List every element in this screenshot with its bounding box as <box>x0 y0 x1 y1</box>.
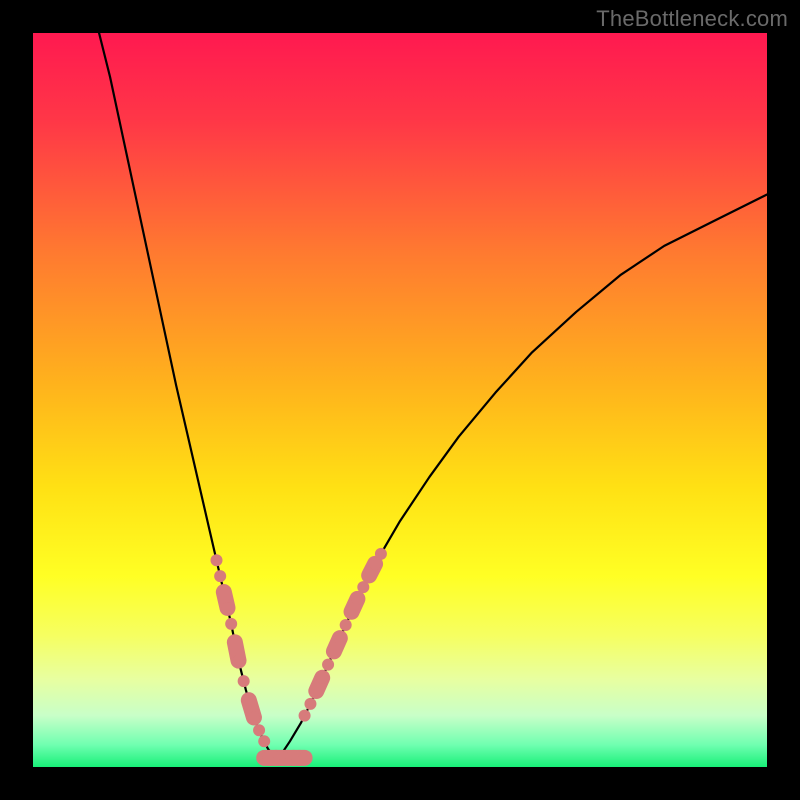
bead-capsule <box>341 588 368 622</box>
bead-dot <box>316 672 328 684</box>
beads-right <box>299 548 387 722</box>
bead-dot <box>375 548 387 560</box>
bead-dot <box>369 558 381 570</box>
left-curve <box>99 33 275 758</box>
bead-dot <box>340 619 352 631</box>
beads-trough <box>256 750 312 766</box>
right-curve <box>275 194 767 758</box>
frame: TheBottleneck.com <box>0 0 800 800</box>
bead-dot <box>322 659 334 671</box>
bead-dot <box>351 593 363 605</box>
chart-svg <box>33 33 767 767</box>
bead-capsule <box>306 667 333 701</box>
bead-dot <box>225 618 237 630</box>
bead-dot <box>233 655 245 667</box>
bead-dot <box>299 752 311 764</box>
bead-dot <box>304 698 316 710</box>
bead-dot <box>299 710 311 722</box>
bead-capsule <box>323 628 350 662</box>
bead-dot <box>222 602 234 614</box>
bead-dot <box>238 675 250 687</box>
bead-dot <box>258 735 270 747</box>
watermark-text: TheBottleneck.com <box>596 6 788 32</box>
bead-dot <box>334 632 346 644</box>
bead-dot <box>214 570 226 582</box>
bead-dot <box>248 711 260 723</box>
bead-dot <box>253 724 265 736</box>
beads-left <box>211 554 271 747</box>
bead-dot <box>211 554 223 566</box>
